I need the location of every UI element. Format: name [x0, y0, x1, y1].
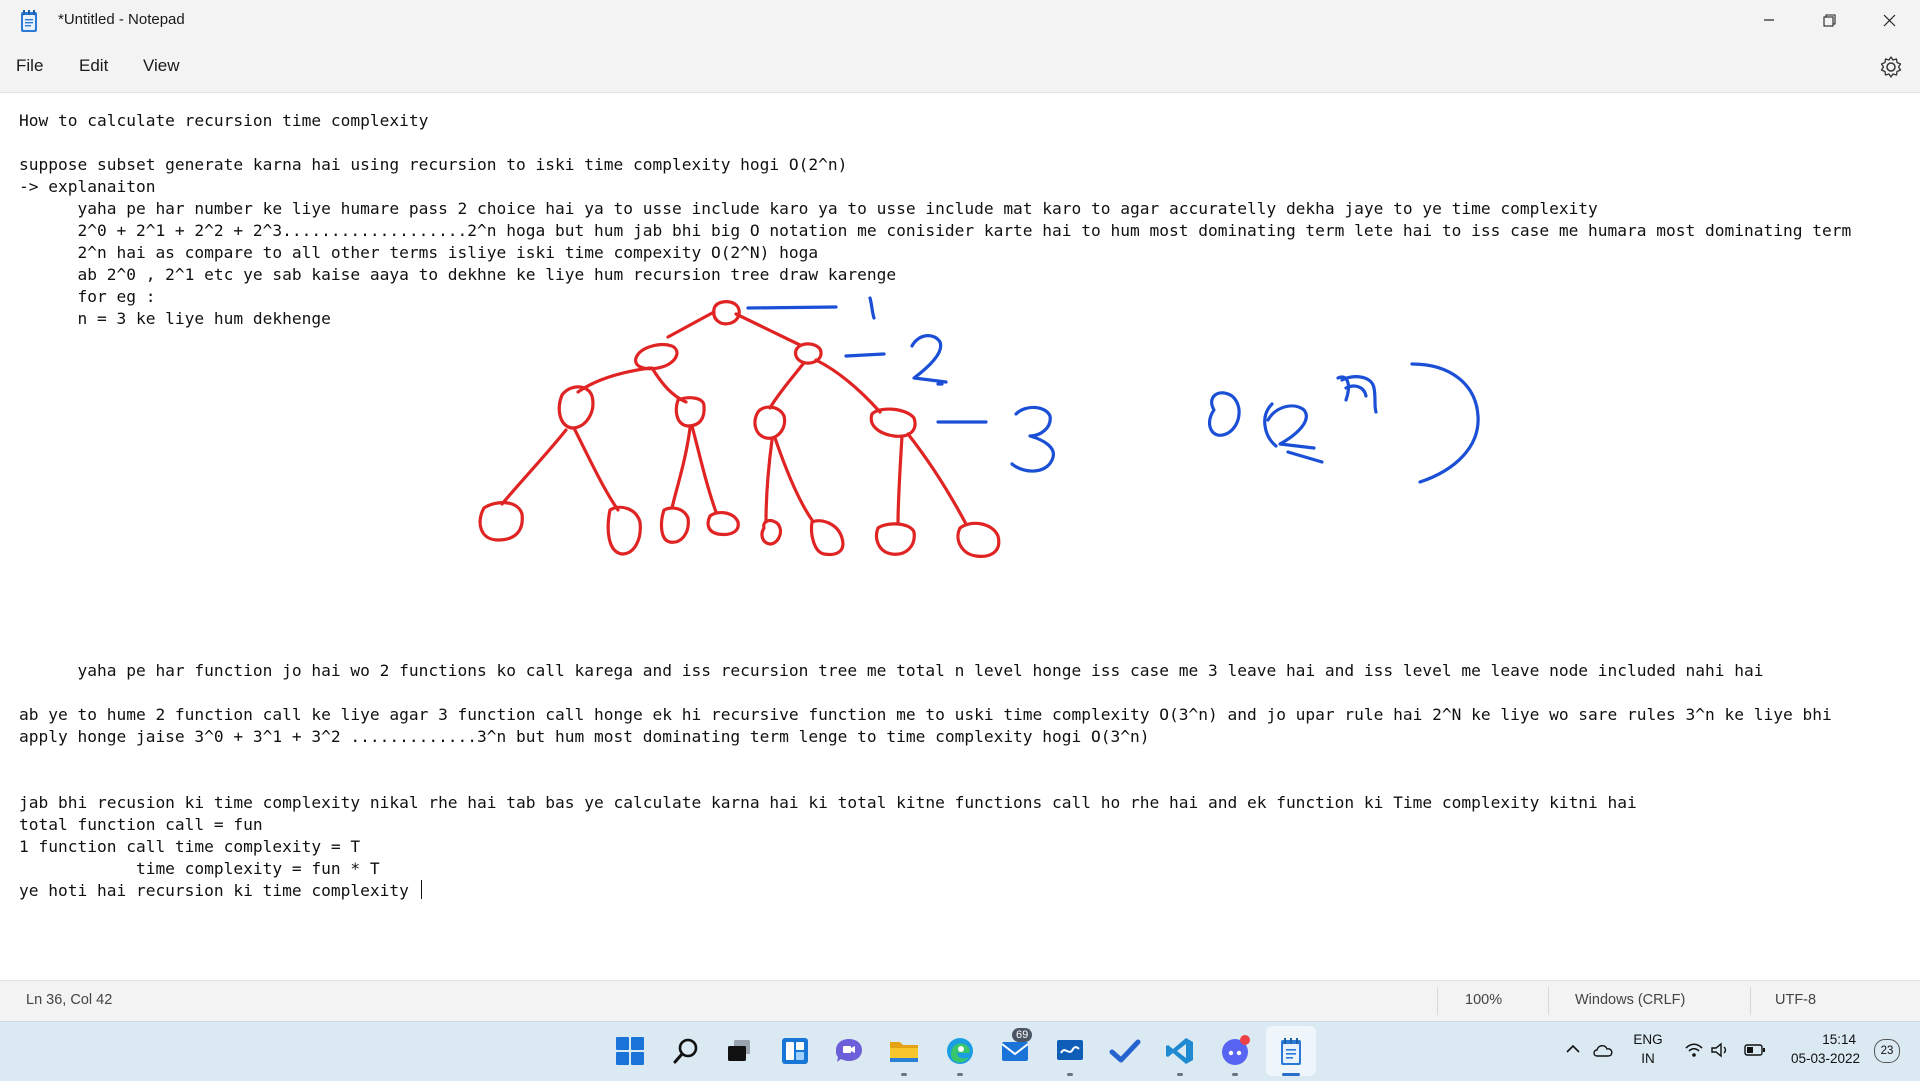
folder-icon [890, 1042, 918, 1062]
onedrive-cloud-icon[interactable] [1592, 1042, 1614, 1058]
notepad-icon [1281, 1038, 1301, 1065]
editor-line: jab bhi recusion ki time complexity nika… [19, 793, 1637, 812]
editor-line: apply honge jaise 3^0 + 3^1 + 3^2 ......… [19, 727, 1150, 746]
clock-time[interactable]: 15:14 [1776, 1032, 1856, 1047]
menu-bar: File Edit View [0, 42, 1920, 93]
editor-line: ab ye to hume 2 function call ke liye ag… [19, 705, 1832, 724]
windows-start-icon [616, 1037, 644, 1065]
start-button[interactable] [613, 1034, 647, 1068]
status-bar: Ln 36, Col 42 100% Windows (CRLF) UTF-8 [0, 980, 1920, 1021]
editor-line: suppose subset generate karna hai using … [19, 155, 848, 174]
window-title: *Untitled - Notepad [58, 11, 185, 28]
cursor-position: Ln 36, Col 42 [26, 992, 113, 1008]
minimize-icon [1764, 19, 1774, 21]
gear-icon[interactable] [1878, 54, 1904, 80]
search-icon [673, 1038, 698, 1064]
editor-line: -> explanaiton [19, 177, 156, 196]
minimize-button[interactable] [1740, 0, 1798, 40]
volume-icon[interactable] [1710, 1041, 1730, 1059]
language-region[interactable]: IN [1628, 1051, 1668, 1066]
widgets-icon [782, 1038, 808, 1064]
text-caret [420, 880, 422, 899]
status-divider [1548, 987, 1549, 1015]
active-indicator [1282, 1073, 1300, 1076]
wifi-icon[interactable] [1684, 1041, 1704, 1059]
whiteboard-button[interactable] [1053, 1034, 1087, 1068]
close-icon [1883, 14, 1895, 26]
notepad-taskbar-button[interactable] [1274, 1034, 1308, 1068]
editor-line-text: ye hoti hai recursion ki time complexity [19, 881, 419, 900]
editor-line: ab 2^0 , 2^1 etc ye sab kaise aaya to de… [19, 265, 897, 284]
mail-badge: 69 [1012, 1028, 1033, 1042]
editor-line: time complexity = fun * T [19, 859, 380, 878]
editor-line: 1 function call time complexity = T [19, 837, 361, 856]
editor-line: yaha pe har function jo hai wo 2 functio… [19, 661, 1764, 680]
close-button[interactable] [1860, 0, 1918, 40]
menu-view[interactable]: View [143, 56, 180, 76]
edge-icon [947, 1038, 973, 1064]
vscode-button[interactable] [1163, 1034, 1197, 1068]
editor-line-last: ye hoti hai recursion ki time complexity [19, 880, 422, 902]
clock-date[interactable]: 05-03-2022 [1776, 1051, 1860, 1066]
status-divider [1437, 987, 1438, 1015]
taskbar: 69 ENG IN 15:14 05-03-2022 23 [0, 1021, 1920, 1081]
notepad-icon [21, 10, 37, 32]
restore-icon [1822, 13, 1836, 27]
zoom-level[interactable]: 100% [1465, 992, 1502, 1008]
menu-edit[interactable]: Edit [79, 56, 108, 76]
whiteboard-icon [1057, 1040, 1083, 1060]
chat-icon [836, 1039, 862, 1062]
editor-line: 2^0 + 2^1 + 2^2 + 2^3...................… [19, 221, 1852, 240]
running-indicator [957, 1073, 963, 1076]
language-indicator[interactable]: ENG [1628, 1032, 1668, 1047]
menu-file[interactable]: File [16, 56, 43, 76]
battery-icon[interactable] [1744, 1043, 1766, 1057]
running-indicator [1067, 1073, 1073, 1076]
search-button[interactable] [669, 1034, 703, 1068]
edge-button[interactable] [943, 1034, 977, 1068]
maximize-button[interactable] [1800, 0, 1858, 40]
editor-line: for eg : [19, 287, 156, 306]
editor-line: How to calculate recursion time complexi… [19, 111, 429, 130]
status-divider [1750, 987, 1751, 1015]
discord-button[interactable] [1218, 1034, 1252, 1068]
editor-line: total function call = fun [19, 815, 263, 834]
notification-center-badge[interactable]: 23 [1874, 1039, 1900, 1063]
running-indicator [1177, 1073, 1183, 1076]
chevron-up-icon[interactable] [1566, 1044, 1580, 1054]
line-ending[interactable]: Windows (CRLF) [1575, 992, 1685, 1008]
editor-line: 2^n hai as compare to all other terms is… [19, 243, 819, 262]
todo-button[interactable] [1108, 1034, 1142, 1068]
file-explorer-button[interactable] [887, 1034, 921, 1068]
editor-line: n = 3 ke liye hum dekhenge [19, 309, 331, 328]
running-indicator [1232, 1073, 1238, 1076]
title-bar: *Untitled - Notepad [0, 0, 1920, 42]
task-view-button[interactable] [722, 1034, 756, 1068]
checkmark-icon [1109, 1039, 1141, 1063]
task-view-icon [728, 1040, 750, 1061]
running-indicator [901, 1073, 907, 1076]
vscode-icon [1166, 1038, 1193, 1064]
editor-line: yaha pe har number ke liye humare pass 2… [19, 199, 1598, 218]
discord-icon [1222, 1035, 1250, 1065]
encoding[interactable]: UTF-8 [1775, 992, 1816, 1008]
widgets-button[interactable] [778, 1034, 812, 1068]
chat-button[interactable] [832, 1034, 866, 1068]
